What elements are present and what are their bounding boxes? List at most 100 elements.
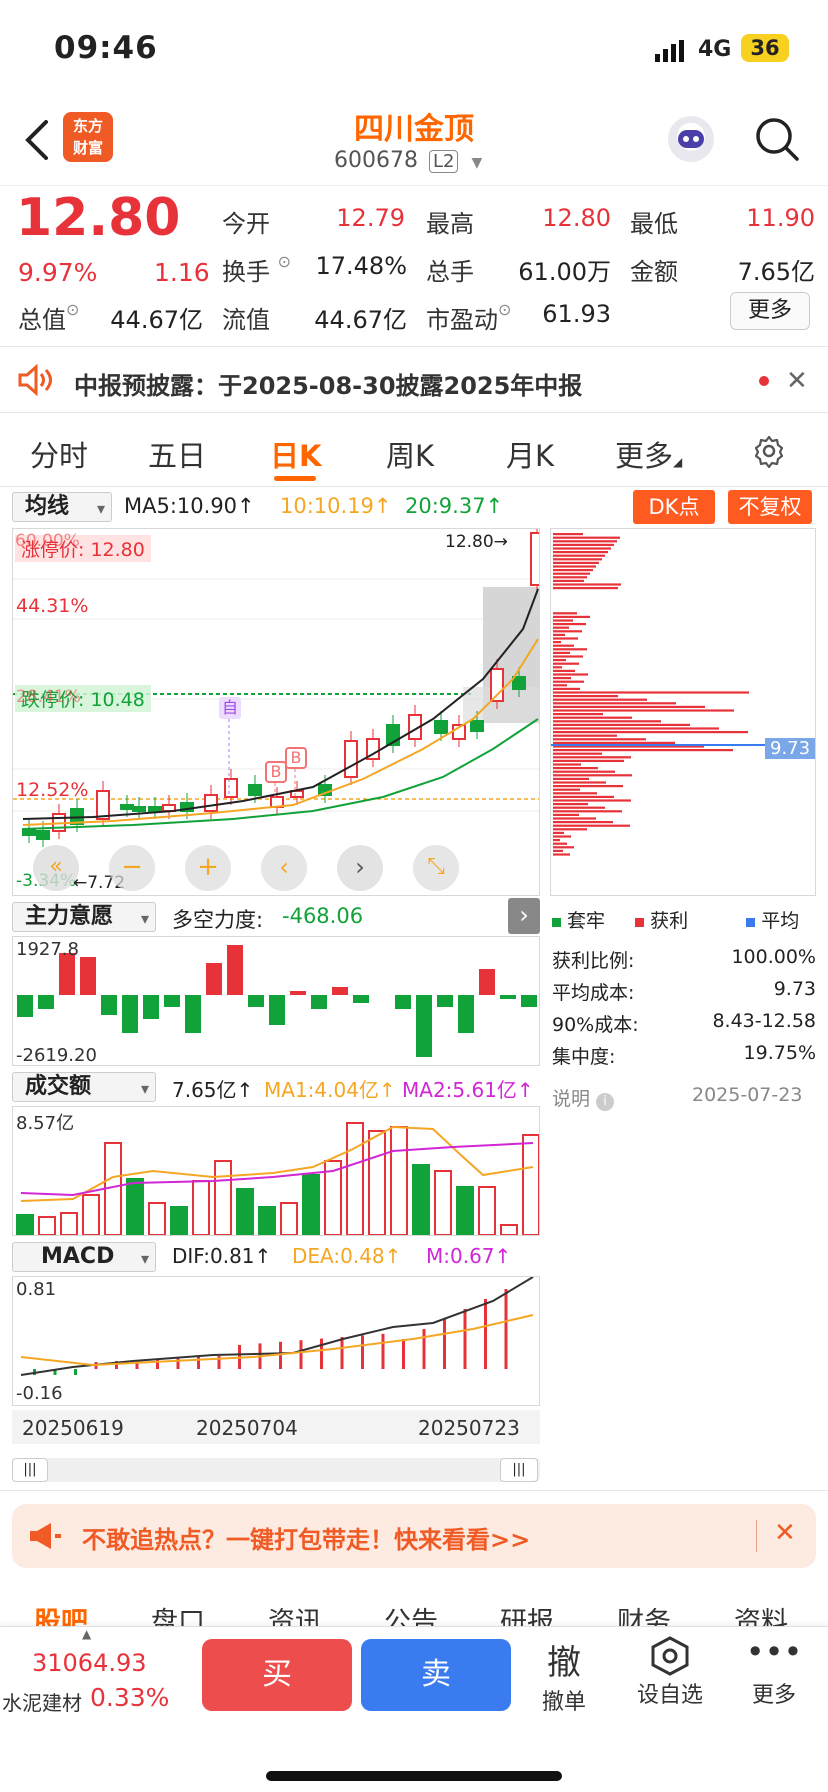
buy-button[interactable]: 买: [202, 1639, 352, 1711]
mark-buy[interactable]: B: [265, 761, 287, 783]
chip-bar: [553, 698, 647, 701]
chip-bar: [553, 846, 574, 849]
tab-intraday[interactable]: 分时: [30, 433, 88, 475]
long-short-value: -468.06: [282, 904, 364, 928]
force-bar: [248, 995, 264, 1007]
expand-icon[interactable]: ⤡: [413, 845, 459, 891]
pct-44-label: 44.31%: [16, 595, 89, 617]
stat-row: 获利比例: 100.00%: [552, 946, 816, 978]
search-icon[interactable]: [754, 116, 800, 162]
home-indicator: [266, 1771, 562, 1781]
tab-monthly-k[interactable]: 月K: [506, 433, 554, 475]
index-value[interactable]: 31064.93: [32, 1649, 147, 1677]
tab-weekly-k[interactable]: 周K: [386, 433, 434, 475]
force-bar: [206, 963, 222, 995]
turnover-bar: [478, 1186, 496, 1235]
stock-code[interactable]: 600678 L2 ▼: [334, 148, 482, 173]
chip-bar: [553, 666, 562, 669]
chip-bar: [553, 803, 588, 806]
tab-daily-k[interactable]: 日K: [270, 433, 321, 475]
chip-bar: [553, 677, 571, 680]
footer-bar: ▲ 31064.93 水泥建材 0.33% 买 卖 撤 撤单 设自选 ••• 更…: [0, 1626, 828, 1792]
more-quote-button[interactable]: 更多: [730, 292, 810, 330]
force-bar: [290, 991, 306, 995]
chip-bar: [553, 540, 617, 543]
chip-bar: [553, 547, 611, 550]
collapse-arrow-icon[interactable]: ›: [508, 898, 540, 934]
tab-more[interactable]: 更多◢: [615, 433, 682, 475]
pct-12-label: 12.52%: [16, 779, 89, 801]
chip-distribution-chart[interactable]: 9.73: [550, 528, 816, 896]
force-bar: [332, 987, 348, 995]
last-price-label: 12.80→: [445, 532, 508, 552]
kline-chart[interactable]: 涨停价: 12.80 60.00% 44.31% 跌停价: 10.48 28.4…: [12, 528, 540, 896]
macd-selector[interactable]: MACD: [12, 1242, 156, 1273]
range-scrollbar[interactable]: ||| |||: [12, 1458, 540, 1482]
info-icon[interactable]: ⊙: [66, 300, 79, 319]
robot-avatar-icon[interactable]: [668, 116, 714, 162]
macd-bar: [74, 1369, 77, 1375]
add-watchlist-button[interactable]: 设自选: [630, 1635, 710, 1709]
chip-bar: [553, 554, 605, 557]
stat-value: 8.43-12.58: [712, 1010, 816, 1032]
chip-bar: [553, 533, 583, 536]
no-adjust-button[interactable]: 不复权: [728, 490, 812, 524]
chip-bar: [553, 763, 581, 766]
promo-banner[interactable]: 不敢追热点？一键打包带走！快来看看>> ✕: [12, 1504, 816, 1568]
main-force-selector[interactable]: 主力意愿: [12, 902, 156, 933]
macd-bar: [422, 1329, 426, 1369]
chevron-right-icon[interactable]: ›: [337, 845, 383, 891]
main-force-bottom: -2619.20: [16, 1045, 97, 1066]
turnover-bar: [434, 1170, 452, 1235]
chip-stats: 获利比例: 100.00% 平均成本: 9.73 90%成本: 8.43-12.58 …: [552, 946, 816, 1074]
turnover-chart: 8.57亿: [12, 1106, 540, 1236]
close-icon[interactable]: ✕: [774, 1518, 796, 1548]
chip-legend: 套牢 获利 平均: [552, 906, 799, 933]
close-icon[interactable]: ✕: [786, 366, 808, 396]
sell-button[interactable]: 卖: [361, 1639, 511, 1711]
gear-icon[interactable]: [752, 434, 786, 469]
chip-bar: [553, 741, 675, 744]
chip-bar: [553, 648, 587, 651]
label-amount: 金额: [630, 258, 678, 286]
stat-value: 9.73: [773, 978, 816, 1000]
chip-bar: [553, 684, 567, 687]
chevron-left-icon[interactable]: ‹: [261, 845, 307, 891]
dk-point-button[interactable]: DK点: [633, 490, 715, 524]
force-bar: [353, 995, 369, 1003]
mark-buy[interactable]: B: [285, 747, 307, 769]
candle: [96, 790, 110, 820]
chip-bar: [553, 734, 617, 737]
scroll-handle-right[interactable]: |||: [500, 1458, 538, 1482]
notice-dot: [759, 376, 769, 386]
legend-profit: 获利: [650, 910, 689, 932]
turnover-selector[interactable]: 成交额: [12, 1072, 156, 1103]
notice-text[interactable]: 中报预披露：于2025-08-30披露2025年中报: [74, 366, 582, 401]
turnover-bar: [412, 1164, 430, 1235]
cancel-order-button[interactable]: 撤 撤单: [536, 1635, 592, 1716]
more-button[interactable]: ••• 更多: [742, 1635, 806, 1709]
chip-bar: [553, 576, 587, 579]
stock-code-text: 600678: [334, 148, 418, 173]
plus-icon[interactable]: +: [185, 845, 231, 891]
macd-bar: [381, 1333, 385, 1369]
info-icon[interactable]: ⊙: [278, 252, 291, 271]
minus-icon[interactable]: −: [109, 845, 155, 891]
chip-bar: [553, 655, 583, 658]
candle: [132, 806, 146, 812]
chip-bar: [553, 839, 560, 842]
scroll-handle-left[interactable]: |||: [12, 1458, 48, 1482]
chip-bar: [553, 828, 587, 831]
chip-note-text: 说明: [552, 1088, 591, 1110]
macd-dif: DIF:0.81↑: [172, 1244, 272, 1268]
zoom-out-icon[interactable]: «: [33, 845, 79, 891]
sector-name[interactable]: 水泥建材: [2, 1687, 82, 1716]
turnover-bar: [456, 1186, 474, 1235]
ma-selector[interactable]: 均线: [12, 492, 112, 523]
chip-bar: [553, 777, 589, 780]
watchlist-label: 设自选: [636, 1683, 703, 1708]
chip-note[interactable]: 说明 i: [552, 1084, 615, 1111]
chip-bar: [553, 813, 579, 816]
mark-self[interactable]: 自: [219, 697, 241, 719]
tab-five-day[interactable]: 五日: [148, 433, 206, 475]
